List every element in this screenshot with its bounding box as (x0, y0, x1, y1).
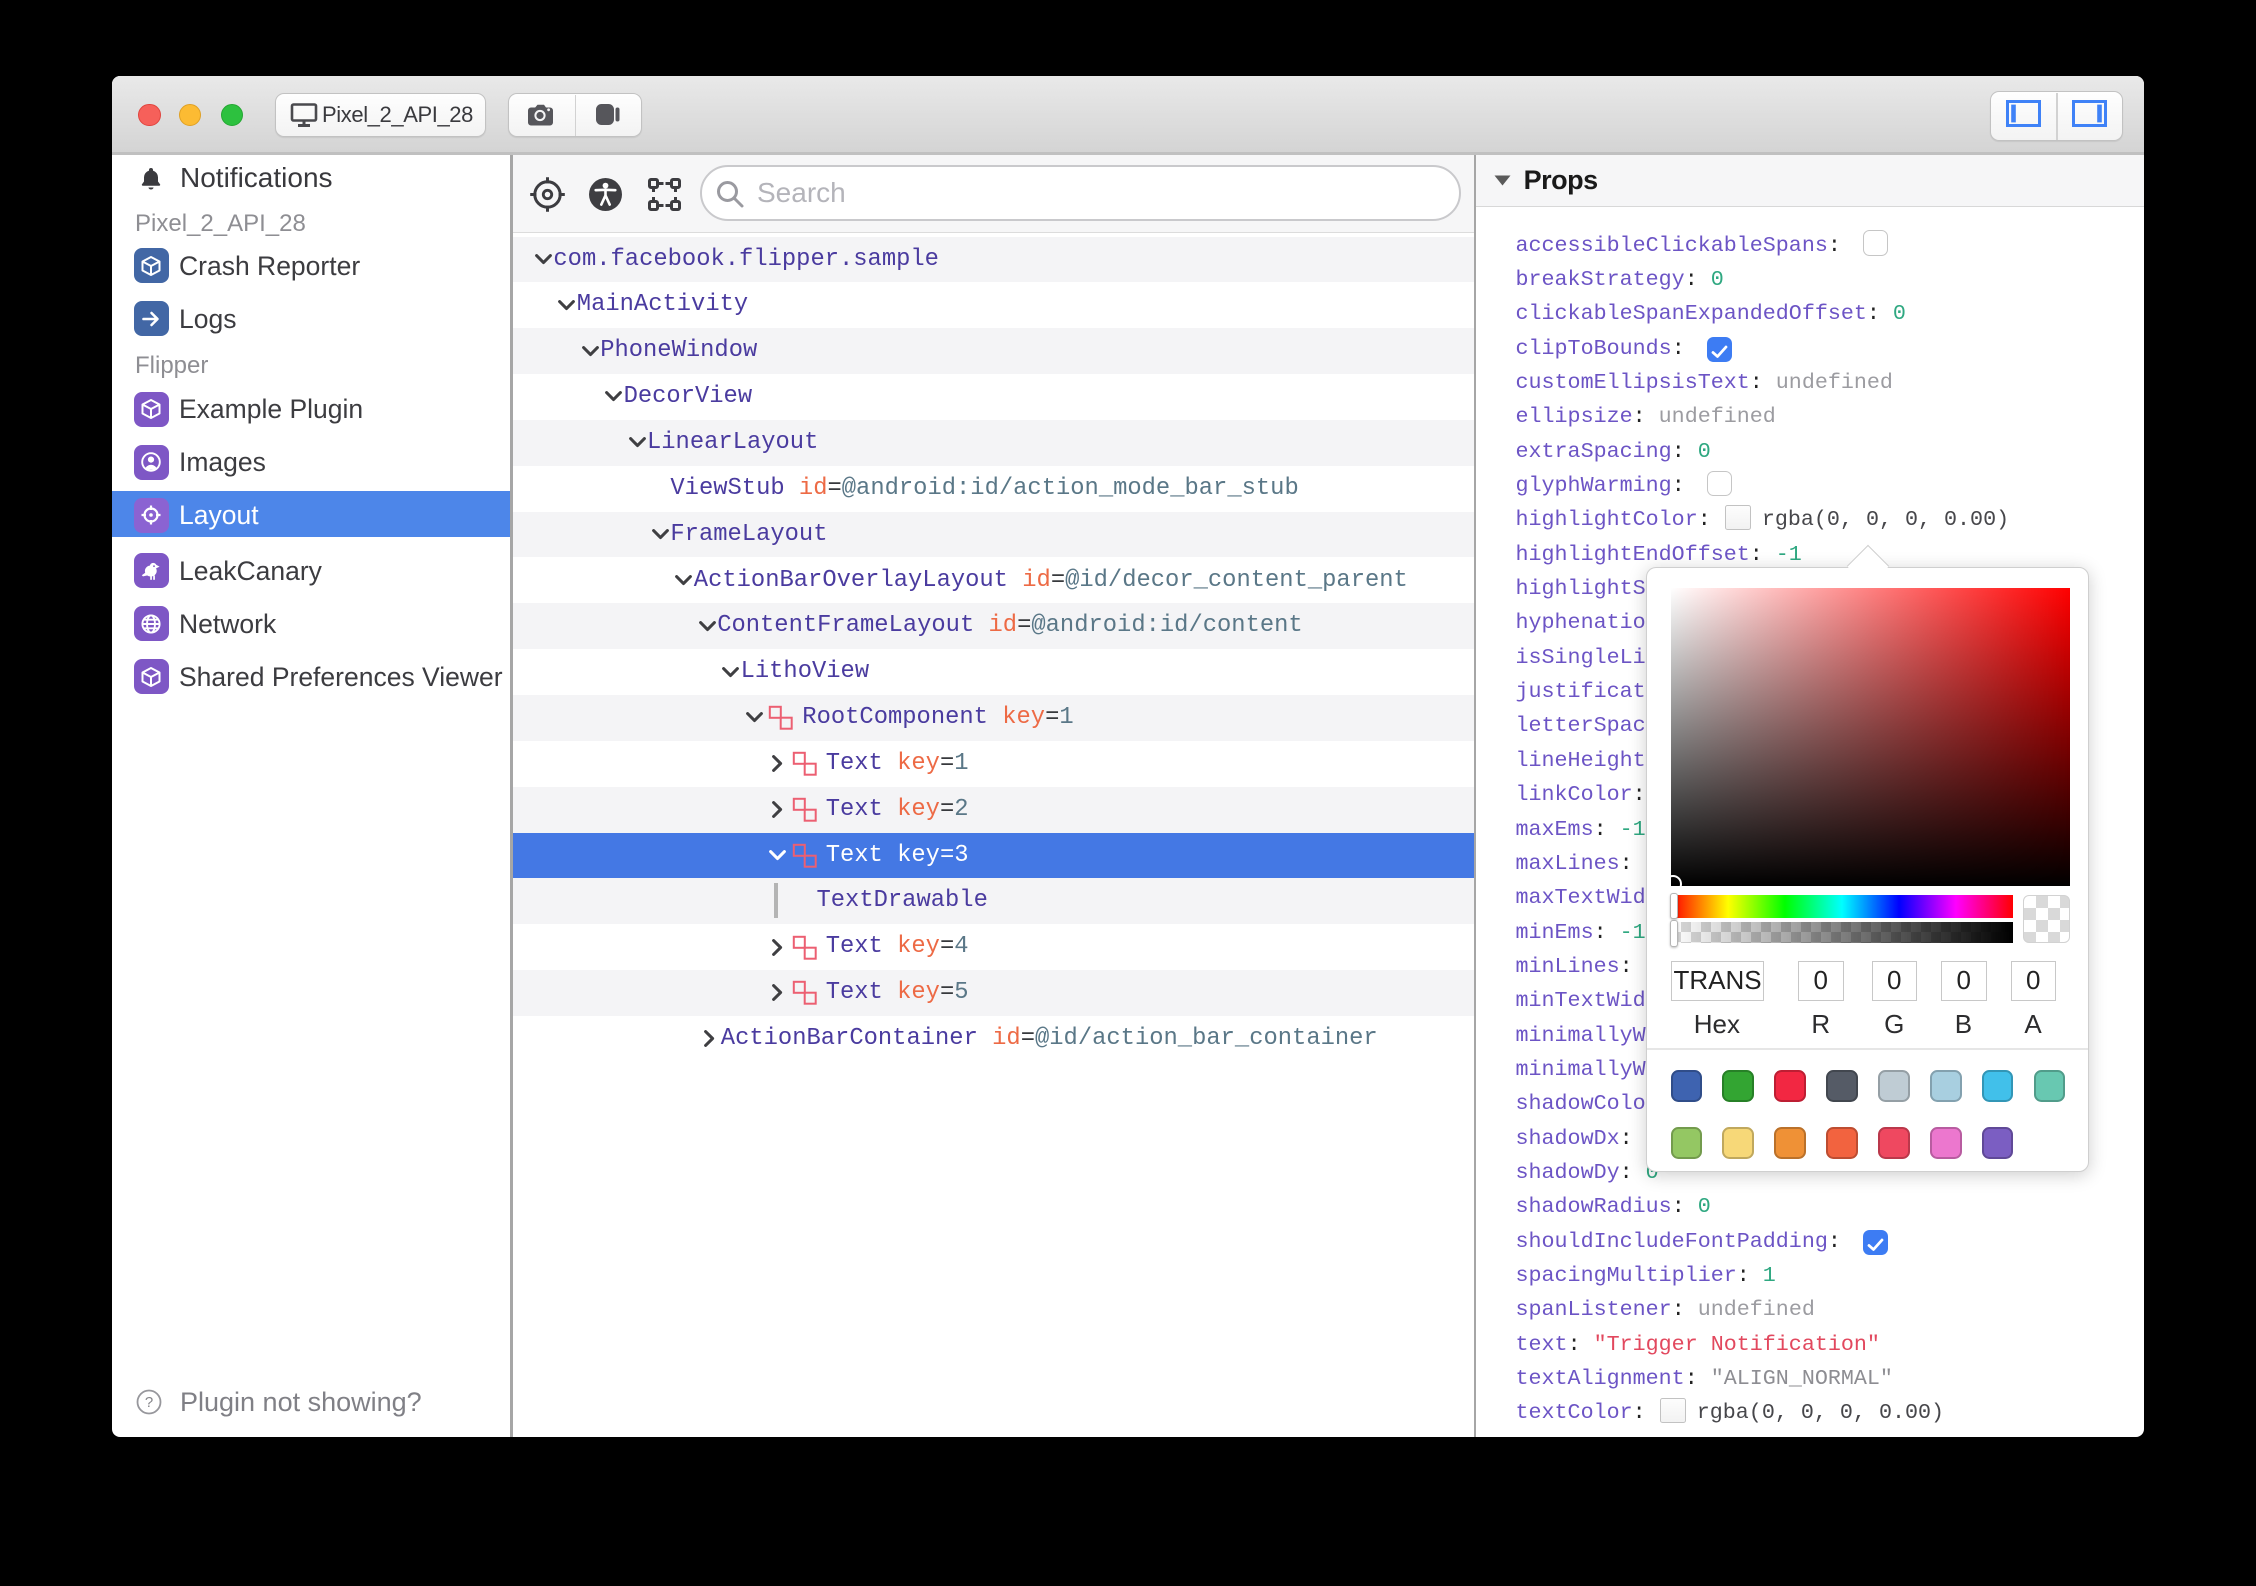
svg-text:?: ? (145, 1394, 153, 1411)
